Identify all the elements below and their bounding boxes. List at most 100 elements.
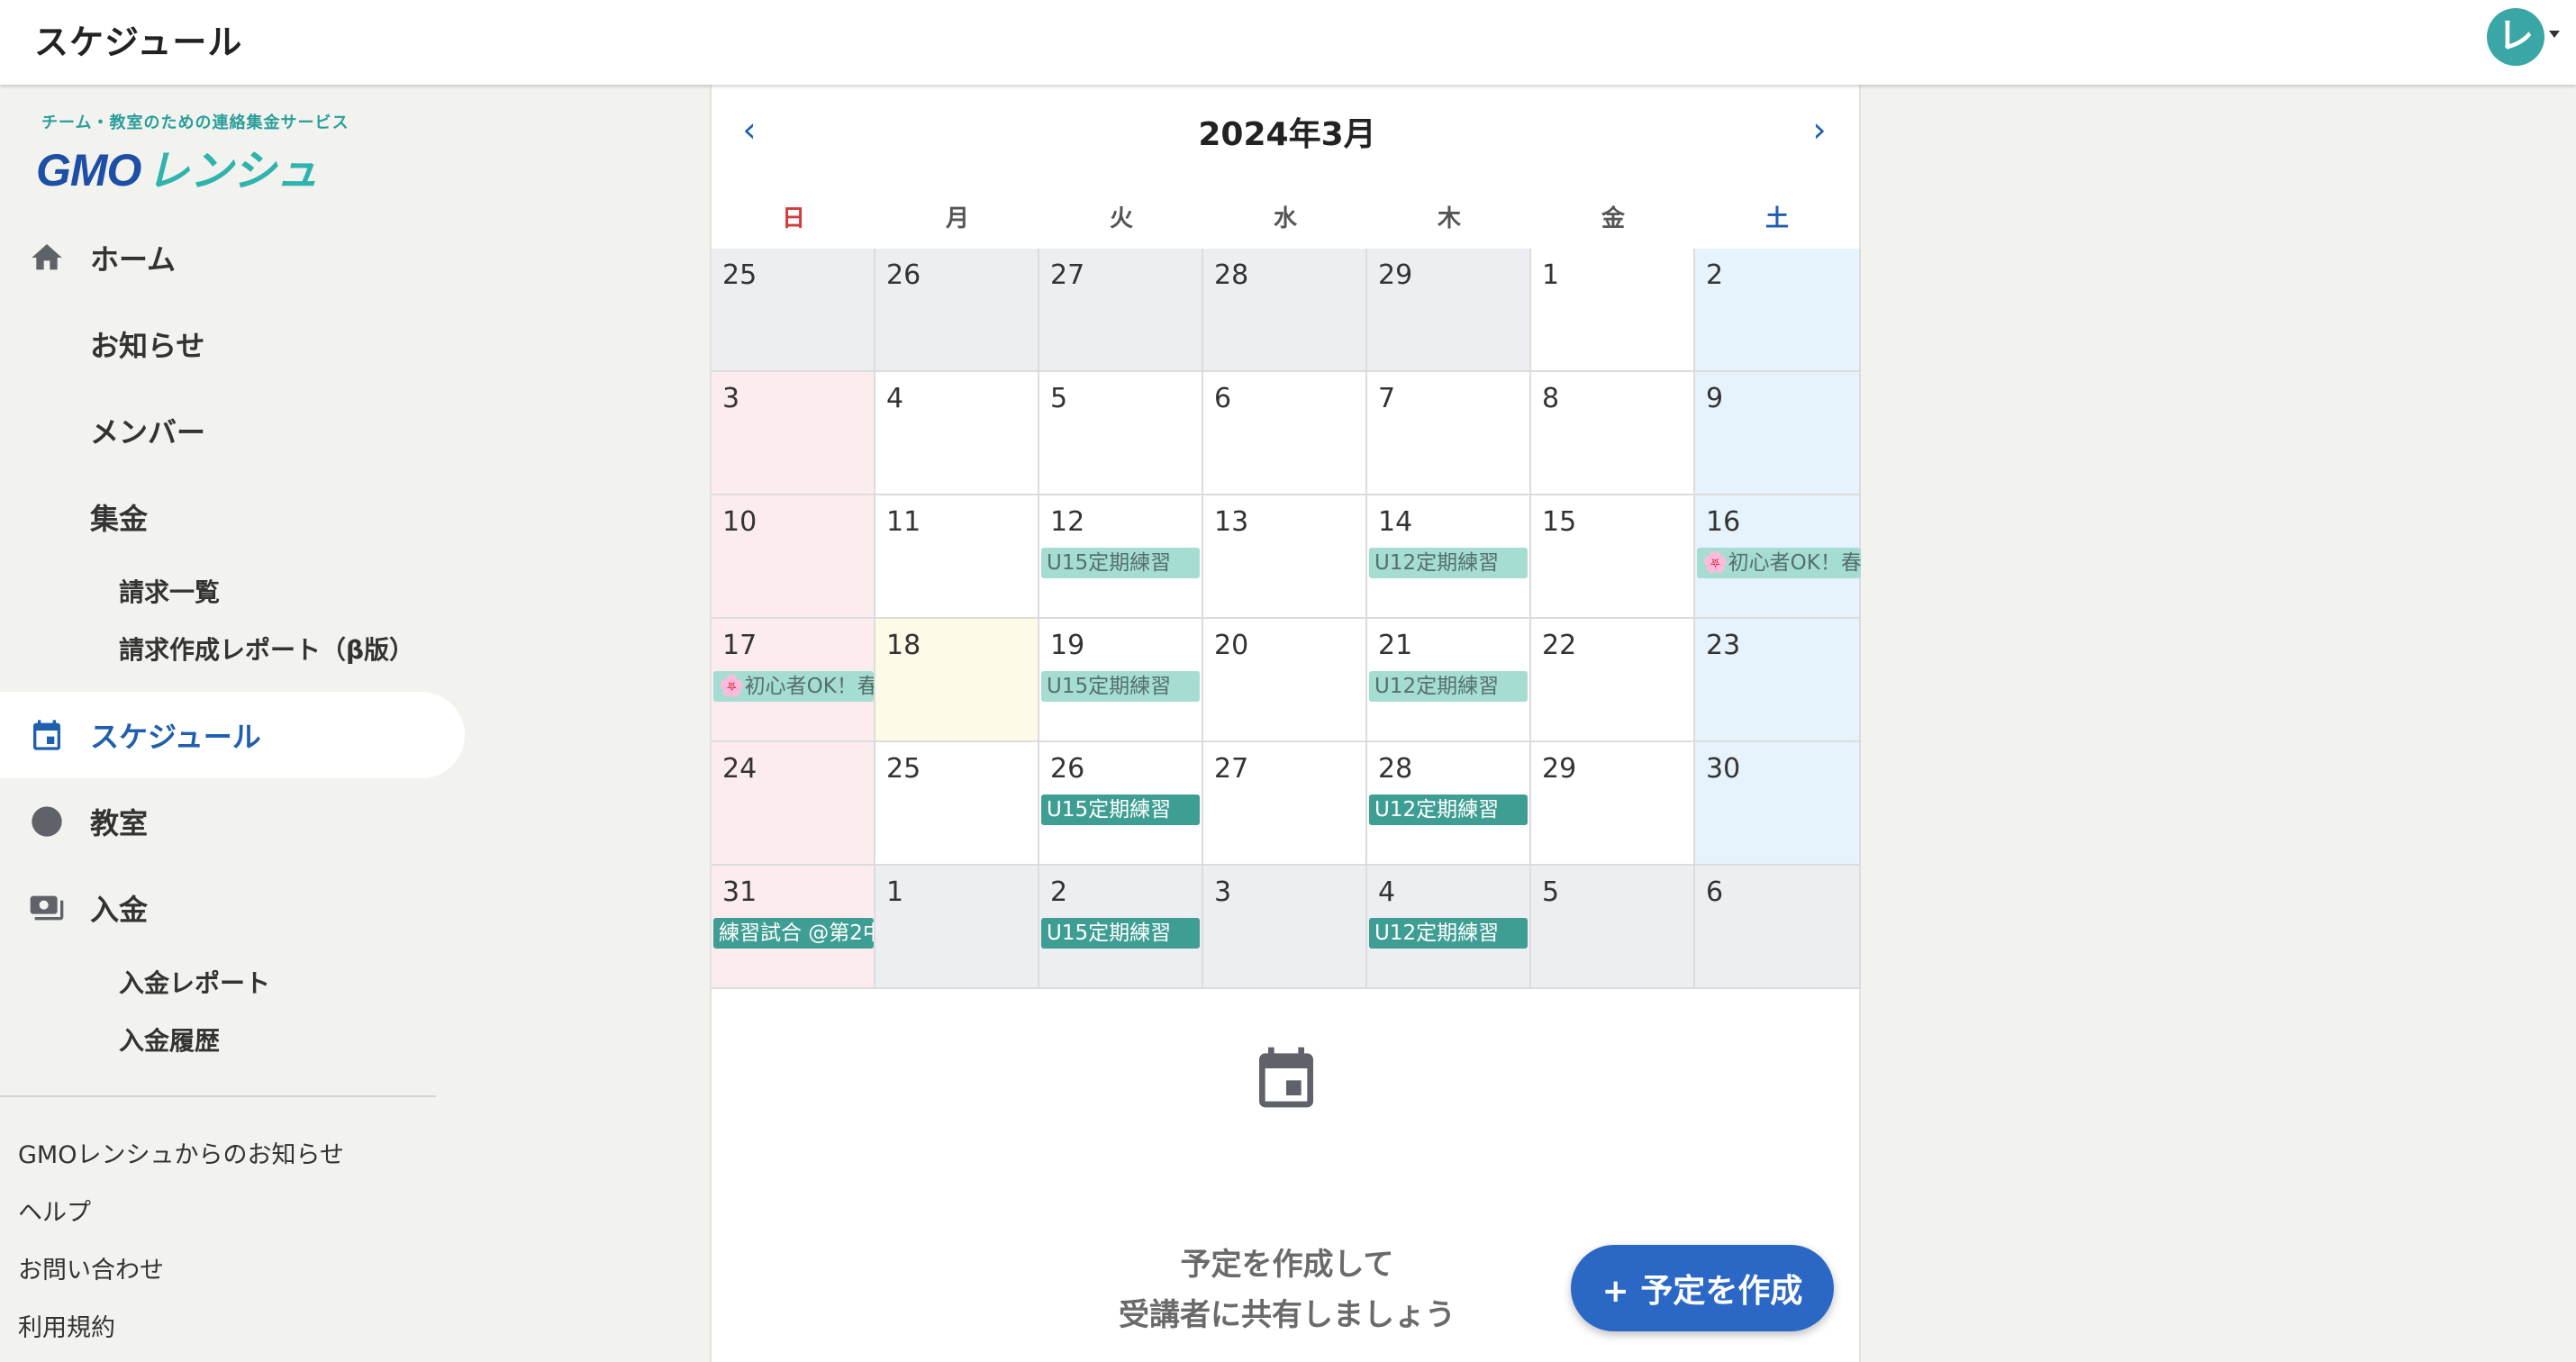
day-number: 11 [886, 506, 921, 538]
day-number: 13 [1214, 506, 1249, 538]
calendar-day-cell[interactable]: 25 [875, 742, 1039, 866]
calendar-day-cell[interactable]: 27 [1203, 742, 1367, 866]
day-number: 18 [886, 630, 921, 661]
calendar-event[interactable]: U15定期練習 [1041, 794, 1200, 825]
calendar-event[interactable]: 練習試合 @第2中 [713, 918, 874, 949]
calendar-day-cell[interactable]: 15 [1531, 495, 1695, 619]
sidebar-item-members[interactable]: メンバー [0, 387, 465, 474]
weekday-fri: 金 [1601, 205, 1625, 232]
day-number: 29 [1378, 259, 1413, 291]
calendar-day-cell[interactable]: 25 [712, 249, 875, 372]
calendar-day-cell[interactable]: 7 [1367, 372, 1531, 495]
sidebar-item-billing-report[interactable]: 請求作成レポート（β版） [119, 631, 414, 667]
calendar-day-cell[interactable]: 6 [1695, 866, 1861, 989]
sidebar-divider [0, 1095, 436, 1097]
calendar-event[interactable]: U12定期練習 [1369, 548, 1528, 578]
day-number: 8 [1542, 383, 1560, 414]
calendar-day-cell[interactable]: 1 [875, 866, 1039, 989]
day-number: 23 [1706, 630, 1741, 661]
weekday-wed: 水 [1273, 205, 1297, 232]
sidebar-item-home[interactable]: ホーム [0, 214, 465, 301]
day-number: 6 [1214, 383, 1232, 414]
calendar-day-cell[interactable]: 28 [1203, 249, 1367, 372]
day-number: 4 [886, 383, 904, 414]
day-number: 28 [1378, 753, 1413, 785]
weekday-mon: 月 [945, 205, 969, 232]
weekday-sun: 日 [781, 205, 805, 232]
calendar-event[interactable]: U12定期練習 [1369, 918, 1528, 949]
day-number: 3 [1214, 876, 1232, 908]
logo-brand-name: レンシュ [146, 146, 320, 196]
footer-link-terms[interactable]: 利用規約 [18, 1308, 115, 1343]
day-number: 14 [1378, 506, 1413, 538]
day-number: 15 [1542, 506, 1577, 538]
calendar-day-cell[interactable]: 26 [875, 249, 1039, 372]
calendar-day-cell[interactable]: 10 [712, 495, 875, 619]
day-number: 26 [1050, 753, 1085, 785]
sidebar-item-label: 入金 [90, 893, 149, 927]
sidebar-item-collection[interactable]: 集金 [0, 474, 465, 560]
calendar-day-cell[interactable]: 5 [1531, 866, 1695, 989]
calendar-grid: 25 26 27 28 29 1 2 3 4 5 6 7 8 9 10 11 12 13 14 15 16 17 18 19 2… [712, 249, 1863, 989]
home-icon [25, 236, 68, 279]
calendar-day-cell[interactable]: 8 [1531, 372, 1695, 495]
calendar-day-cell[interactable]: 23 [1695, 619, 1861, 742]
sidebar-item-label: ホーム [90, 242, 177, 277]
day-number: 7 [1378, 383, 1396, 414]
sidebar-item-deposit[interactable]: 入金 [0, 865, 465, 951]
footer-link-news[interactable]: GMOレンシュからのお知らせ [18, 1135, 344, 1170]
calendar-day-cell[interactable]: 9 [1695, 372, 1861, 495]
calendar-day-cell[interactable]: 24 [712, 742, 875, 866]
calendar-day-cell[interactable]: 2 [1695, 249, 1861, 372]
sidebar-item-deposit-history[interactable]: 入金履歴 [119, 1022, 220, 1058]
sidebar-item-classroom[interactable]: 教室 [0, 778, 465, 865]
calendar-event[interactable]: U15定期練習 [1041, 671, 1200, 702]
calendar-day-cell[interactable]: 29 [1367, 249, 1531, 372]
day-number: 3 [722, 383, 740, 414]
caret-down-icon[interactable] [2549, 31, 2560, 38]
sidebar-item-billing-list[interactable]: 請求一覧 [119, 573, 220, 609]
calendar-day-cell[interactable]: 20 [1203, 619, 1367, 742]
calendar-day-cell[interactable]: 1 [1531, 249, 1695, 372]
calendar-day-cell[interactable]: 4 [875, 372, 1039, 495]
calendar-day-cell[interactable]: 13 [1203, 495, 1367, 619]
calendar-event[interactable]: U12定期練習 [1369, 671, 1528, 702]
day-number: 4 [1378, 876, 1396, 908]
calendar-event[interactable]: U12定期練習 [1369, 794, 1528, 825]
calendar-event[interactable]: U15定期練習 [1041, 918, 1200, 949]
day-number: 21 [1378, 630, 1413, 661]
day-number: 29 [1542, 753, 1577, 785]
calendar-day-cell[interactable]: 3 [712, 372, 875, 495]
sidebar: チーム・教室のための連絡集金サービス GMO レンシュ ホーム お知らせ メンバー… [0, 85, 468, 1362]
footer-link-contact[interactable]: お問い合わせ [18, 1250, 164, 1285]
calendar-day-cell[interactable]: 22 [1531, 619, 1695, 742]
logo[interactable]: チーム・教室のための連絡集金サービス GMO レンシュ [36, 110, 378, 196]
calendar-day-cell[interactable]: 27 [1039, 249, 1203, 372]
day-number: 12 [1050, 506, 1085, 538]
day-number: 19 [1050, 630, 1085, 661]
sidebar-item-label: スケジュール [90, 720, 261, 754]
calendar-day-cell[interactable]: 6 [1203, 372, 1367, 495]
day-number: 5 [1050, 383, 1068, 414]
calendar-day-cell[interactable]: 30 [1695, 742, 1861, 866]
calendar-day-cell[interactable]: 11 [875, 495, 1039, 619]
calendar-day-cell[interactable]: 3 [1203, 866, 1367, 989]
calendar-event[interactable]: 🌸初心者OK！春の [713, 671, 874, 702]
user-avatar[interactable]: レ [2487, 8, 2544, 66]
sidebar-item-notices[interactable]: お知らせ [0, 301, 465, 387]
calendar-day-cell[interactable]: 29 [1531, 742, 1695, 866]
calendar-event[interactable]: 🌸初心者OK！春の [1697, 548, 1861, 578]
calendar-event[interactable]: U15定期練習 [1041, 548, 1200, 578]
calendar-day-cell[interactable]: 5 [1039, 372, 1203, 495]
day-number: 25 [722, 259, 757, 291]
page-title: スケジュール [34, 23, 243, 62]
logo-gmo: GMO [36, 145, 141, 195]
day-number: 25 [886, 753, 921, 785]
calendar-day-cell[interactable]: 18 [875, 619, 1039, 742]
sidebar-item-schedule[interactable]: スケジュール [0, 692, 465, 778]
day-number: 27 [1050, 259, 1085, 291]
sidebar-item-deposit-report[interactable]: 入金レポート [119, 964, 270, 1000]
next-month-button[interactable]: › [1801, 110, 1837, 150]
footer-link-help[interactable]: ヘルプ [18, 1193, 91, 1228]
create-event-button[interactable]: + 予定を作成 [1571, 1245, 1834, 1331]
